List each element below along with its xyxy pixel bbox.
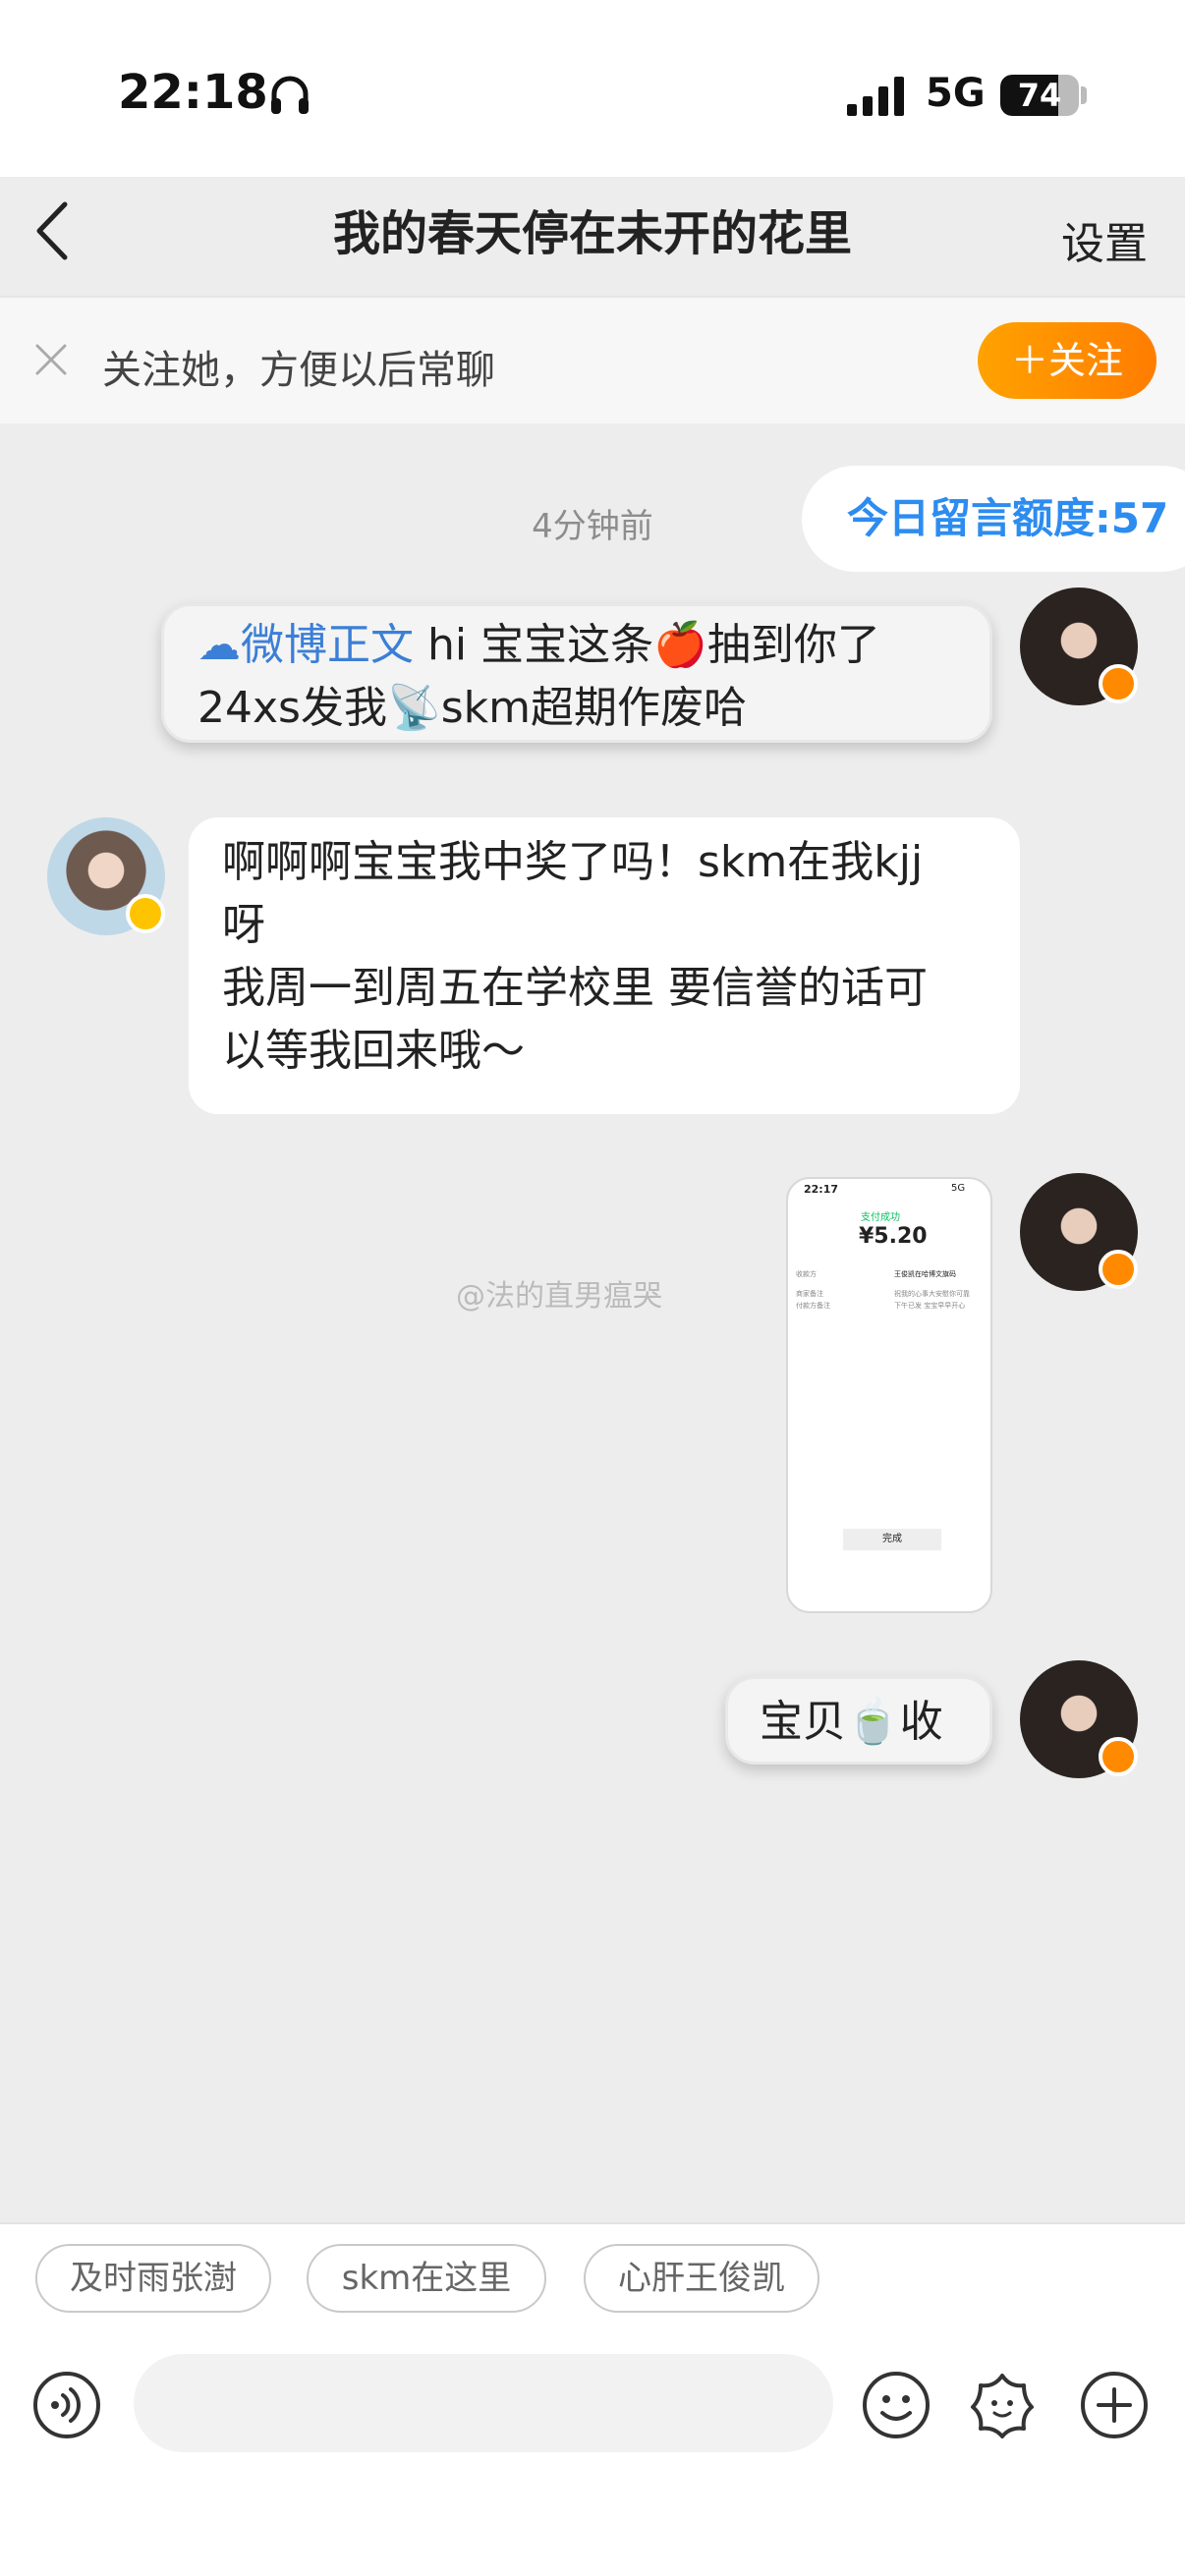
cloud-icon: ☁ (198, 620, 241, 670)
daily-quota-badge[interactable]: 今日留言额度:57 (802, 466, 1185, 572)
signal-icon (847, 77, 904, 116)
headphones-icon (271, 76, 309, 114)
verified-badge-icon (126, 894, 165, 933)
plus-icon[interactable] (1079, 2370, 1150, 2440)
message-bubble[interactable]: ☁微博正文 hi 宝宝这条🍎抽到你了 24xs发我📡skm超期作废哈 (161, 603, 992, 743)
message-line: ☁微博正文 hi 宝宝这条🍎抽到你了 (198, 614, 956, 677)
image-row-value: 下午已发 宝宝早早开心 (894, 1302, 966, 1310)
sticker-icon[interactable] (967, 2370, 1038, 2440)
watermark: @法的直男瘟哭 (456, 1279, 662, 1314)
follow-prompt: 关注她，方便以后常聊 (102, 348, 495, 393)
image-row-label: 商家备注 (796, 1290, 823, 1298)
verified-badge-icon (1099, 1737, 1138, 1776)
image-message[interactable]: 22:17 5G 支付成功 ¥5.20 收款方 王俊凯在哈博文旗码 商家备注 祝… (786, 1177, 992, 1613)
message-text: 呀 (222, 900, 265, 950)
settings-button[interactable]: 设置 (1061, 208, 1148, 271)
message-text: hi 宝宝这条🍎抽到你了 (414, 620, 880, 670)
status-time: 22:18 (118, 65, 268, 120)
message-bubble[interactable]: 啊啊啊宝宝我中奖了吗！skm在我kjj 呀 我周一到周五在学校里 要信誉的话可 … (189, 817, 1020, 1114)
weibo-post-link[interactable]: 微博正文 (241, 620, 414, 670)
image-row-label: 收款方 (796, 1270, 817, 1278)
battery-icon: 74 (1000, 75, 1079, 116)
chat-title: 我的春天停在未开的花里 (332, 206, 852, 261)
voice-icon[interactable] (31, 2370, 102, 2440)
network-type: 5G (926, 71, 986, 116)
verified-badge-icon (1099, 1250, 1138, 1289)
image-row-value: 王俊凯在哈博文旗码 (894, 1270, 956, 1278)
image-done-button: 完成 (843, 1529, 941, 1550)
emoji-icon[interactable] (861, 2370, 931, 2440)
battery-cap (1081, 86, 1087, 104)
suggestion-chip[interactable]: 心肝王俊凯 (584, 2244, 819, 2313)
message-text: 以等我回来哦～ (222, 1026, 525, 1076)
verified-badge-icon (1099, 664, 1138, 703)
suggestion-chip[interactable]: 及时雨张澍 (35, 2244, 271, 2313)
image-row-value: 祝我的心事大安慰你可靠 (894, 1290, 970, 1298)
message-text: 啊啊啊宝宝我中奖了吗！skm在我kjj (222, 837, 924, 887)
image-status-time: 22:17 (804, 1183, 839, 1196)
message-input[interactable] (134, 2354, 833, 2452)
message-bubble[interactable]: 宝贝🍵收 (725, 1676, 992, 1764)
message-text: 24xs发我📡skm超期作废哈 (198, 683, 748, 733)
close-icon[interactable] (29, 338, 73, 381)
image-row-label: 付款方备注 (796, 1302, 830, 1310)
image-status-network: 5G (951, 1183, 966, 1194)
message-text: 我周一到周五在学校里 要信誉的话可 (222, 963, 928, 1013)
image-amount: ¥5.20 (859, 1224, 928, 1249)
suggestion-chip[interactable]: skm在这里 (307, 2244, 546, 2313)
battery-level: 74 (1017, 77, 1062, 114)
image-pay-status: 支付成功 (861, 1212, 900, 1223)
follow-button[interactable]: ＋关注 (978, 322, 1157, 399)
